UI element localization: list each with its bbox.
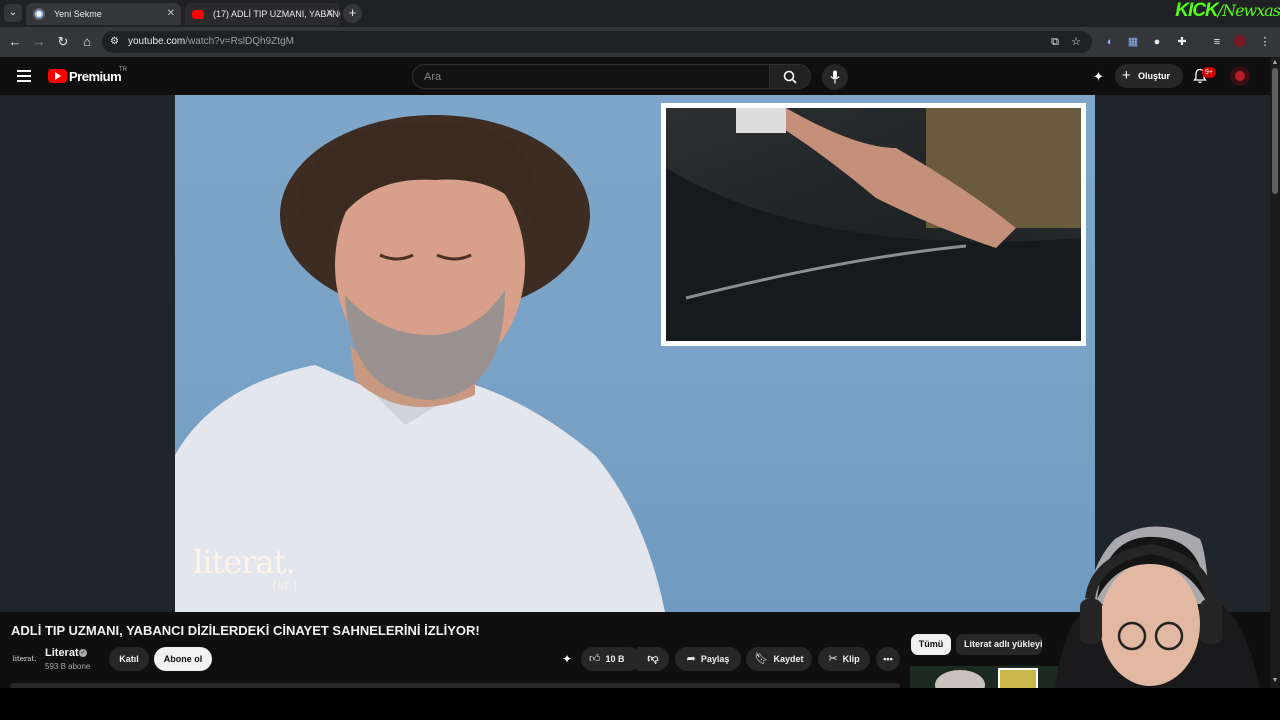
tab-title: (17) ADLİ TIP UZMANI, YABANCI bbox=[213, 9, 340, 19]
back-icon[interactable]: ← bbox=[7, 34, 23, 50]
chip-from-uploader[interactable]: Literat adlı yükleyiciden bbox=[956, 634, 1042, 655]
user-avatar[interactable] bbox=[1230, 66, 1250, 86]
create-label: Oluştur bbox=[1138, 71, 1171, 81]
share-button[interactable]: ➦ Paylaş bbox=[675, 647, 741, 671]
scrollbar-thumb[interactable] bbox=[1272, 68, 1278, 194]
video-title: ADLİ TIP UZMANI, YABANCI DİZİLERDEKİ CİN… bbox=[11, 623, 480, 638]
youtube-favicon-icon bbox=[192, 10, 204, 19]
tab-close-icon[interactable]: ✕ bbox=[326, 3, 334, 25]
inset-scene bbox=[666, 108, 1081, 341]
stream-overlay-logo: KICK/Newxas bbox=[1173, 0, 1280, 22]
menu-icon[interactable] bbox=[17, 70, 31, 82]
extension-circle-icon[interactable]: ● bbox=[1150, 35, 1164, 49]
video-frame-person bbox=[175, 115, 665, 612]
kick-logo: KICK bbox=[1175, 0, 1218, 21]
home-icon[interactable]: ⌂ bbox=[79, 34, 95, 50]
url-text[interactable]: youtube.com/watch?v=RslDQh9ZtgM bbox=[128, 31, 294, 53]
address-bar[interactable]: ⚙ youtube.com/watch?v=RslDQh9ZtgM bbox=[102, 31, 1092, 53]
clip-button[interactable]: ✂ Klip bbox=[818, 647, 870, 671]
notification-badge: 9+ bbox=[1202, 67, 1216, 78]
scissors-icon: ✂ bbox=[828, 653, 838, 665]
extension-audio-icon[interactable]: ◖ bbox=[1102, 35, 1116, 49]
subscriber-count: 593 B abone bbox=[45, 662, 91, 671]
reading-list-icon[interactable]: ≡ bbox=[1210, 35, 1224, 49]
forward-icon[interactable]: → bbox=[31, 34, 47, 50]
video-player[interactable]: literat. (sf.) bbox=[175, 95, 1095, 612]
bookmark-star-icon[interactable]: ☆ bbox=[1069, 35, 1083, 49]
cast-icon[interactable]: ⧉ bbox=[1048, 35, 1062, 49]
browser-tab-strip: ⌄ Yeni Sekme ✕ (17) ADLİ TIP UZMANI, YAB… bbox=[0, 0, 1280, 27]
bottom-black-bar bbox=[0, 688, 1280, 720]
search-icon bbox=[783, 70, 797, 84]
streamer-name: /Newxas bbox=[1217, 1, 1280, 20]
bookmark-icon: 🔖︎ bbox=[754, 653, 769, 665]
thumbs-down-icon: 👎︎ bbox=[647, 653, 659, 665]
browser-tab-new[interactable]: Yeni Sekme ✕ bbox=[26, 3, 181, 25]
tab-close-icon[interactable]: ✕ bbox=[167, 3, 175, 25]
video-watermark-sub: (sf.) bbox=[272, 579, 298, 594]
search-button[interactable] bbox=[769, 64, 811, 89]
chrome-icon bbox=[33, 8, 45, 20]
translate-icon[interactable]: ▦ bbox=[1126, 35, 1140, 49]
search-input[interactable] bbox=[413, 65, 769, 88]
youtube-logo-icon[interactable] bbox=[48, 69, 67, 83]
extensions-puzzle-icon[interactable]: ✚ bbox=[1175, 35, 1189, 49]
verified-check-icon: ✓ bbox=[79, 649, 87, 657]
like-button[interactable]: 👍︎ 10 B bbox=[581, 647, 641, 671]
channel-avatar[interactable]: literat. bbox=[12, 647, 37, 672]
save-button[interactable]: 🔖︎ Kaydet bbox=[746, 647, 812, 671]
video-watermark: literat. bbox=[193, 543, 296, 581]
join-button[interactable]: Katıl bbox=[109, 647, 149, 671]
browser-menu-icon[interactable]: ⋮ bbox=[1258, 35, 1272, 49]
plus-icon: + bbox=[1122, 67, 1131, 84]
tab-title: Yeni Sekme bbox=[54, 9, 102, 19]
gem-sparkle-icon[interactable]: ✦ bbox=[559, 651, 575, 667]
region-code: TR bbox=[119, 67, 127, 73]
create-button[interactable]: + Oluştur bbox=[1115, 64, 1183, 88]
reload-icon[interactable]: ↻ bbox=[55, 34, 71, 50]
chip-all[interactable]: Tümü bbox=[911, 634, 951, 655]
scroll-down-icon[interactable]: ▼ bbox=[1271, 677, 1279, 685]
profile-avatar-icon[interactable] bbox=[1233, 35, 1247, 49]
like-count: 10 B bbox=[605, 654, 625, 664]
browser-toolbar: ← → ↻ ⌂ ⚙ youtube.com/watch?v=RslDQh9Ztg… bbox=[0, 27, 1280, 57]
voice-search-button[interactable] bbox=[822, 64, 848, 90]
youtube-brand[interactable]: Premium bbox=[69, 69, 122, 84]
page-scrollbar[interactable]: ▲ ▼ bbox=[1270, 57, 1280, 688]
microphone-icon bbox=[830, 70, 840, 84]
more-horizontal-icon: ••• bbox=[883, 654, 893, 664]
share-icon: ➦ bbox=[686, 653, 696, 665]
browser-tab-youtube[interactable]: (17) ADLİ TIP UZMANI, YABANCI ✕ bbox=[185, 3, 340, 25]
video-inset-frame bbox=[661, 103, 1086, 346]
thumbs-up-icon: 👍︎ bbox=[589, 653, 601, 665]
channel-name[interactable]: Literat bbox=[45, 647, 79, 659]
gem-sparkle-icon[interactable]: ✦ bbox=[1093, 69, 1108, 84]
youtube-masthead: Premium TR ✦ + Oluştur 9+ bbox=[0, 57, 1270, 95]
tab-search-button[interactable]: ⌄ bbox=[4, 4, 22, 22]
site-info-icon[interactable]: ⚙ bbox=[110, 36, 122, 48]
scroll-up-icon[interactable]: ▲ bbox=[1271, 59, 1279, 67]
search-box[interactable] bbox=[412, 64, 770, 89]
dislike-button[interactable]: 👎︎ bbox=[637, 647, 669, 671]
webcam-overlay bbox=[1055, 526, 1260, 688]
inset-clip bbox=[666, 108, 1081, 341]
more-actions-button[interactable]: ••• bbox=[876, 647, 900, 671]
subscribe-button[interactable]: Abone ol bbox=[154, 647, 212, 671]
new-tab-button[interactable]: + bbox=[343, 4, 362, 23]
